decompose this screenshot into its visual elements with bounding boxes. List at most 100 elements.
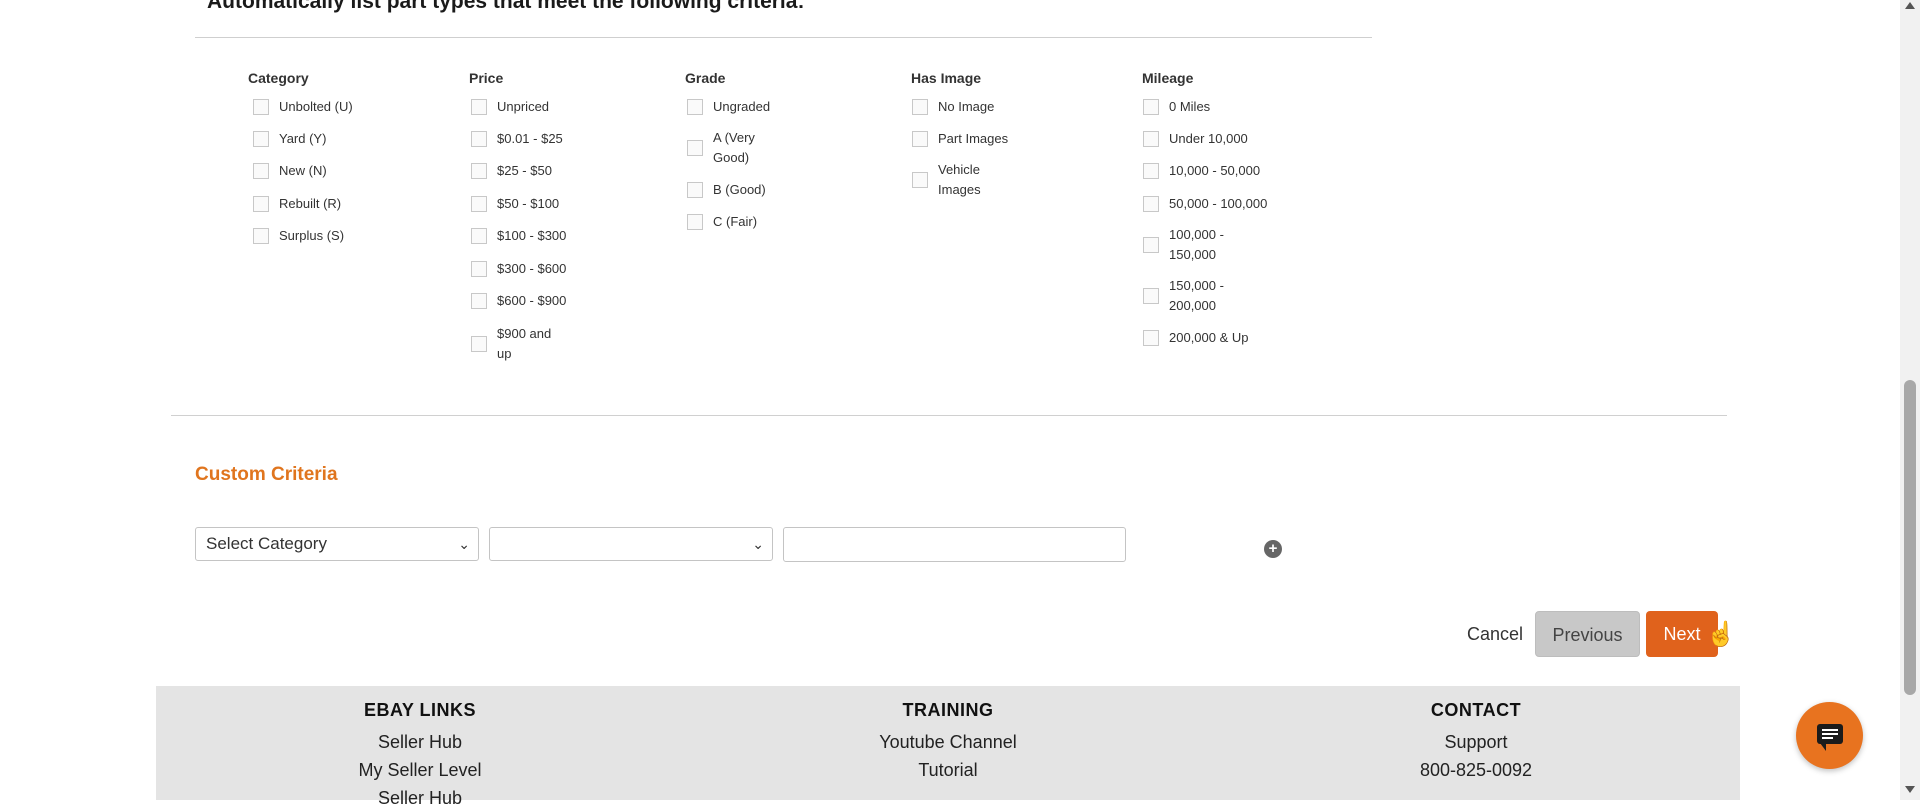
price-600-900-checkbox[interactable]: $600 - $900 — [471, 291, 575, 311]
checkbox-box[interactable] — [687, 182, 703, 198]
chat-icon-line — [1822, 733, 1838, 735]
price-title: Price — [469, 70, 504, 86]
chevron-down-icon: ⌄ — [458, 536, 470, 552]
checkbox-box[interactable] — [253, 99, 269, 115]
checkbox-box[interactable] — [471, 261, 487, 277]
mileage-200000-up-checkbox[interactable]: 200,000 & Up — [1143, 328, 1279, 348]
plus-icon[interactable]: + — [1264, 540, 1282, 558]
checkbox-box[interactable] — [253, 196, 269, 212]
chat-icon-line — [1822, 729, 1838, 731]
price-50-100-checkbox[interactable]: $50 - $100 — [471, 194, 575, 214]
footer-phone: 800-825-0092 — [1419, 760, 1533, 780]
checkbox-box[interactable] — [912, 99, 928, 115]
checkbox-box[interactable] — [471, 99, 487, 115]
footer-training-title: TRAINING — [902, 700, 994, 720]
checkbox-box[interactable] — [471, 293, 487, 309]
checkbox-box[interactable] — [912, 172, 928, 188]
category-unbolted-checkbox[interactable]: Unbolted (U) — [253, 97, 389, 117]
chat-icon — [1817, 724, 1843, 751]
footer-link[interactable]: Seller Hub — [270, 784, 570, 812]
checkbox-box[interactable] — [687, 140, 703, 156]
checkbox-box[interactable] — [253, 163, 269, 179]
mileage-0-checkbox[interactable]: 0 Miles — [1143, 97, 1279, 117]
checkbox-box[interactable] — [687, 99, 703, 115]
checkbox-box[interactable] — [1143, 288, 1159, 304]
grade-a-checkbox[interactable]: A (Very Good) — [687, 128, 773, 168]
checkbox-box[interactable] — [471, 336, 487, 352]
previous-button[interactable]: Previous — [1535, 611, 1640, 657]
cancel-button[interactable]: Cancel — [1460, 611, 1530, 657]
checkbox-box[interactable] — [1143, 163, 1159, 179]
category-rebuilt-checkbox[interactable]: Rebuilt (R) — [253, 194, 389, 214]
mileage-100000-150000-checkbox[interactable]: 100,000 - 150,000 — [1143, 225, 1233, 265]
mileage-title: Mileage — [1142, 70, 1194, 86]
chat-button[interactable] — [1796, 702, 1863, 769]
category-column: Category — [248, 68, 309, 91]
category-yard-checkbox[interactable]: Yard (Y) — [253, 129, 389, 149]
mileage-under-10000-checkbox[interactable]: Under 10,000 — [1143, 129, 1279, 149]
category-surplus-checkbox[interactable]: Surplus (S) — [253, 226, 389, 246]
footer-training: TRAINING Youtube Channel Tutorial — [798, 700, 1098, 784]
criteria-heading: Automatically list part types that meet … — [207, 0, 805, 13]
scrollbar[interactable] — [1900, 0, 1920, 800]
price-column: Price — [469, 68, 503, 91]
mileage-10000-50000-checkbox[interactable]: 10,000 - 50,000 — [1143, 161, 1279, 181]
image-none-checkbox[interactable]: No Image — [912, 97, 1016, 117]
pointer-cursor-icon: ☝ — [1706, 621, 1736, 648]
checkbox-box[interactable] — [253, 228, 269, 244]
footer-link[interactable]: Youtube Channel — [798, 728, 1098, 756]
checkbox-box[interactable] — [1143, 237, 1159, 253]
chevron-down-icon: ⌄ — [752, 536, 764, 552]
footer-link[interactable]: Seller Hub — [270, 728, 570, 756]
has-image-title: Has Image — [911, 70, 982, 86]
checkbox-box[interactable] — [471, 228, 487, 244]
checkbox-box[interactable] — [912, 131, 928, 147]
grade-b-checkbox[interactable]: B (Good) — [687, 180, 791, 200]
footer-contact-title: CONTACT — [1430, 700, 1522, 720]
category-select-value: Select Category — [206, 534, 327, 553]
footer-ebay-links: EBAY LINKS Seller Hub My Seller Level Se… — [270, 700, 570, 812]
category-select[interactable]: Select Category ⌄ — [195, 527, 479, 561]
image-part-checkbox[interactable]: Part Images — [912, 129, 1038, 149]
price-25-50-checkbox[interactable]: $25 - $50 — [471, 161, 575, 181]
operator-select[interactable]: ⌄ — [489, 527, 773, 561]
category-new-checkbox[interactable]: New (N) — [253, 161, 389, 181]
price-900-up-checkbox[interactable]: $900 and up — [471, 324, 559, 364]
has-image-column: Has Image — [911, 68, 981, 91]
divider — [195, 37, 1372, 38]
footer-link[interactable]: My Seller Level — [270, 756, 570, 784]
custom-criteria-title: Custom Criteria — [195, 464, 338, 485]
checkbox-box[interactable] — [687, 214, 703, 230]
mileage-column: Mileage — [1142, 68, 1193, 91]
checkbox-box[interactable] — [471, 131, 487, 147]
mileage-150000-200000-checkbox[interactable]: 150,000 - 200,000 — [1143, 276, 1233, 316]
checkbox-box[interactable] — [1143, 330, 1159, 346]
divider — [171, 415, 1727, 416]
grade-title: Grade — [685, 70, 726, 86]
price-unpriced-checkbox[interactable]: Unpriced — [471, 97, 575, 117]
mileage-50000-100000-checkbox[interactable]: 50,000 - 100,000 — [1143, 194, 1289, 214]
scroll-up-icon[interactable] — [1905, 2, 1915, 9]
grade-c-checkbox[interactable]: C (Fair) — [687, 212, 791, 232]
category-title: Category — [248, 70, 309, 86]
image-vehicle-checkbox[interactable]: Vehicle Images — [912, 160, 998, 200]
footer: EBAY LINKS Seller Hub My Seller Level Se… — [156, 686, 1740, 808]
scrollbar-thumb[interactable] — [1904, 380, 1916, 695]
checkbox-box[interactable] — [1143, 131, 1159, 147]
scroll-down-icon[interactable] — [1905, 786, 1915, 793]
price-300-600-checkbox[interactable]: $300 - $600 — [471, 259, 575, 279]
checkbox-box[interactable] — [471, 196, 487, 212]
price-100-300-checkbox[interactable]: $100 - $300 — [471, 226, 575, 246]
checkbox-box[interactable] — [1143, 196, 1159, 212]
checkbox-box[interactable] — [471, 163, 487, 179]
grade-ungraded-checkbox[interactable]: Ungraded — [687, 97, 791, 117]
price-0-25-checkbox[interactable]: $0.01 - $25 — [471, 129, 575, 149]
checkbox-box[interactable] — [1143, 99, 1159, 115]
grade-column: Grade — [685, 68, 725, 91]
footer-contact: CONTACT Support 800-825-0092 — [1326, 700, 1626, 784]
footer-link[interactable]: Tutorial — [798, 756, 1098, 784]
checkbox-box[interactable] — [253, 131, 269, 147]
footer-ebay-links-title: EBAY LINKS — [363, 700, 477, 720]
criteria-value-input[interactable] — [783, 527, 1126, 562]
footer-link[interactable]: Support — [1326, 728, 1626, 756]
